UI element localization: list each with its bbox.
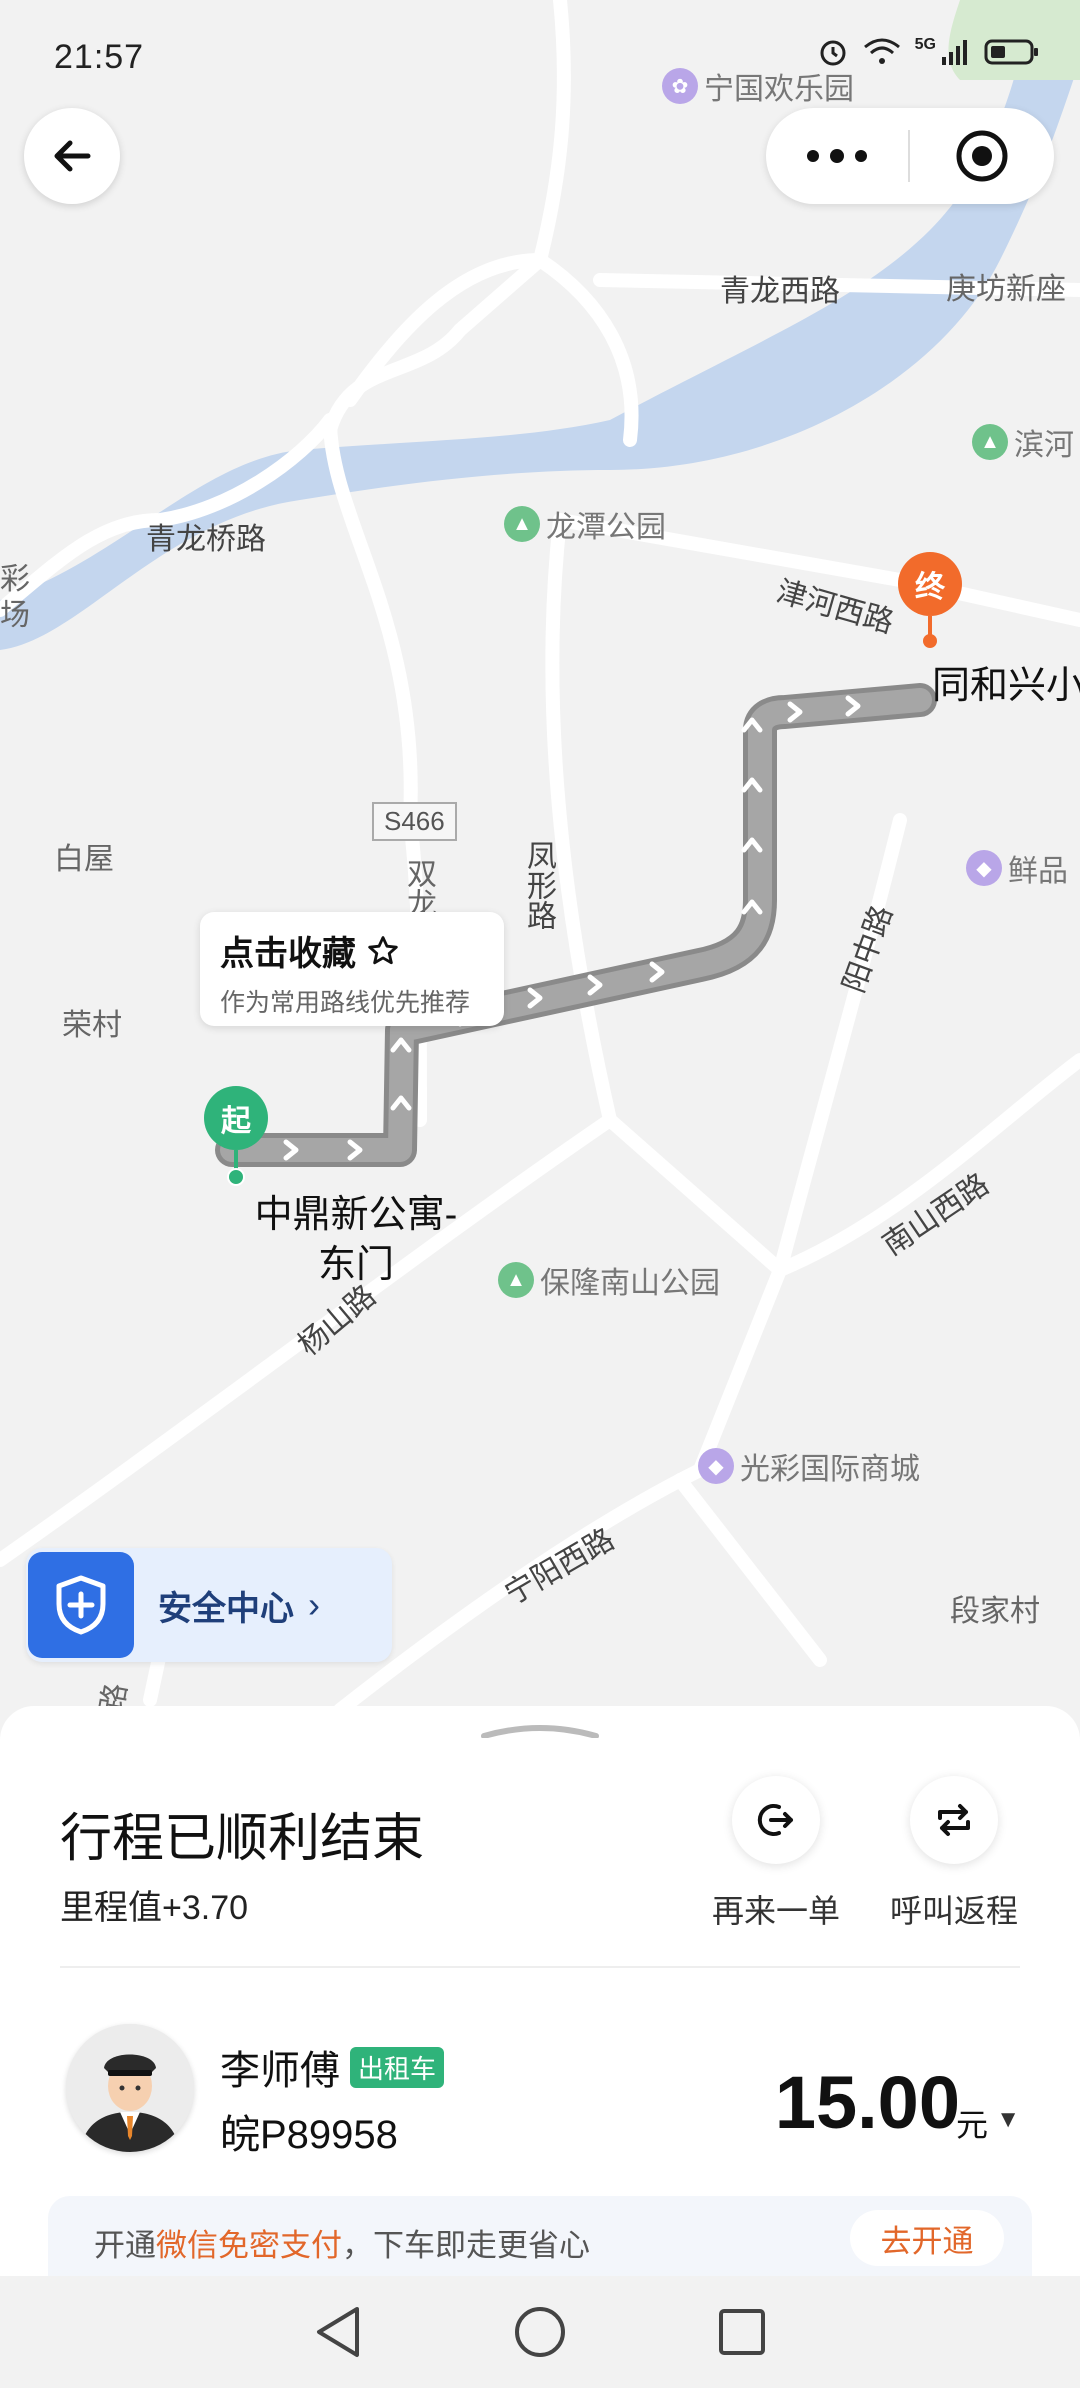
star-icon: [368, 935, 398, 964]
trip-status-title: 行程已顺利结束: [60, 1810, 425, 1868]
arrow-left-icon: [54, 140, 91, 172]
poi-label: 保隆南山公园: [540, 1267, 720, 1300]
back-button[interactable]: [24, 108, 120, 204]
safety-center-label: 安全中心: [158, 1589, 294, 1628]
road-label-fengxing: 凤形路: [522, 840, 555, 930]
reorder-button[interactable]: 再来一单: [706, 1776, 846, 1932]
poi-longtan-park[interactable]: ▲ 龙潭公园: [504, 502, 666, 546]
reorder-icon-wrap: [732, 1776, 820, 1864]
start-marker-dot: [227, 1168, 245, 1186]
driver-info: 李师傅 出租车: [220, 2038, 445, 2096]
return-trip-button[interactable]: 呼叫返程: [884, 1776, 1024, 1932]
destination-label: 同和兴小: [932, 665, 1080, 707]
reorder-label: 再来一单: [711, 1893, 840, 1929]
return-trip-icon-wrap: [910, 1776, 998, 1864]
poi-xianpin[interactable]: ◆ 鲜品: [966, 846, 1068, 890]
road-shield-s466: S466: [372, 802, 457, 841]
road-label-qinglong-bridge: 青龙桥路: [146, 523, 266, 556]
network-type: 5G: [914, 36, 936, 53]
close-miniprogram-button[interactable]: [910, 108, 1054, 204]
tree-icon: ▲: [498, 1262, 534, 1298]
system-nav-bar: [0, 2276, 1080, 2388]
favorite-subtitle: 作为常用路线优先推荐: [220, 989, 471, 1017]
status-time: 21:57: [54, 38, 145, 76]
more-dots-icon: [807, 149, 867, 163]
payment-promo-text: 开通微信免密支付，下车即走更省心: [94, 2220, 590, 2265]
license-plate: 皖P89958: [220, 2113, 398, 2157]
driver-avatar[interactable]: [66, 2024, 194, 2152]
promo-highlight[interactable]: 微信免密支付: [156, 2228, 342, 2263]
nav-home-icon[interactable]: [513, 2305, 567, 2359]
tree-icon: ▲: [972, 424, 1008, 460]
place-label-baiwu: 白屋: [54, 843, 114, 876]
driver-name: 李师傅: [220, 2049, 340, 2093]
shopping-bag-icon: ◆: [698, 1448, 734, 1484]
nav-back-icon[interactable]: [313, 2305, 363, 2359]
poi-label: 光彩国际商城: [740, 1453, 920, 1486]
trip-summary-sheet: 行程已顺利结束 里程值+3.70 再来一单 呼叫返程 李师傅 出租车 皖P899…: [0, 1706, 1080, 2276]
more-button[interactable]: [766, 108, 908, 204]
enable-payment-button[interactable]: 去开通: [850, 2210, 1004, 2266]
wifi-icon: [863, 38, 900, 64]
exit-arrow-icon: [757, 1804, 793, 1836]
map-edge-label-2: 场: [0, 599, 30, 632]
mileage-value: 里程值+3.70: [60, 1889, 249, 1927]
promo-suffix: ，下车即走更省心: [342, 2228, 590, 2263]
favorite-route-tip[interactable]: 点击收藏 作为常用路线优先推荐: [200, 912, 504, 1026]
end-marker-badge: 终: [898, 552, 962, 616]
signal-icon: [942, 40, 967, 65]
chevron-right-icon: ›: [308, 1584, 320, 1625]
repeat-icon: [938, 1804, 970, 1836]
poi-label: 宁国欢乐园: [704, 73, 854, 106]
start-marker[interactable]: 起: [204, 1086, 268, 1186]
shopping-bag-icon: ◆: [966, 850, 1002, 886]
start-marker-badge: 起: [204, 1086, 268, 1150]
end-marker[interactable]: 终: [898, 552, 962, 648]
return-trip-label: 呼叫返程: [889, 1893, 1018, 1929]
promo-prefix: 开通: [94, 2228, 156, 2263]
driver-avatar-icon: [66, 2024, 194, 2152]
capsule-menu: [766, 108, 1054, 204]
fare-unit: 元: [955, 2107, 988, 2143]
road-label-shuanglong: 双龙: [402, 858, 435, 918]
caret-down-icon[interactable]: ▼: [996, 2106, 1020, 2134]
poi-label-gengfang: 庚坊新座: [946, 273, 1066, 306]
place-label-duanjia: 段家村: [950, 1595, 1040, 1628]
shield-plus-icon: [28, 1552, 134, 1658]
target-icon: [956, 130, 1008, 182]
poi-ningguo-park[interactable]: ✿ 宁国欢乐园: [662, 64, 854, 108]
poi-label: 鲜品: [1008, 855, 1068, 888]
poi-binhe[interactable]: ▲ 滨河: [972, 420, 1074, 464]
ferris-wheel-icon: ✿: [662, 68, 698, 104]
safety-center-button[interactable]: 安全中心 ›: [26, 1548, 392, 1662]
payment-promo-bar: 开通微信免密支付，下车即走更省心 去开通: [48, 2196, 1032, 2276]
road-label-qinglong-west: 青龙西路: [720, 275, 840, 308]
place-label-rongcun: 荣村: [62, 1009, 122, 1042]
poi-guangcai-mall[interactable]: ◆ 光彩国际商城: [698, 1444, 920, 1488]
poi-baolong-park[interactable]: ▲ 保隆南山公园: [498, 1258, 720, 1302]
poi-label: 滨河: [1014, 429, 1074, 462]
end-marker-dot: [923, 634, 937, 648]
battery-icon: [984, 39, 1038, 65]
nav-recents-icon[interactable]: [717, 2307, 767, 2357]
favorite-title: 点击收藏: [220, 935, 356, 973]
poi-label: 龙潭公园: [546, 511, 666, 544]
fare-amount[interactable]: 15.00: [775, 2060, 960, 2145]
section-divider: [60, 1966, 1020, 1968]
taxi-badge: 出租车: [350, 2046, 445, 2088]
tree-icon: ▲: [504, 506, 540, 542]
sheet-handle[interactable]: [480, 1724, 600, 1738]
